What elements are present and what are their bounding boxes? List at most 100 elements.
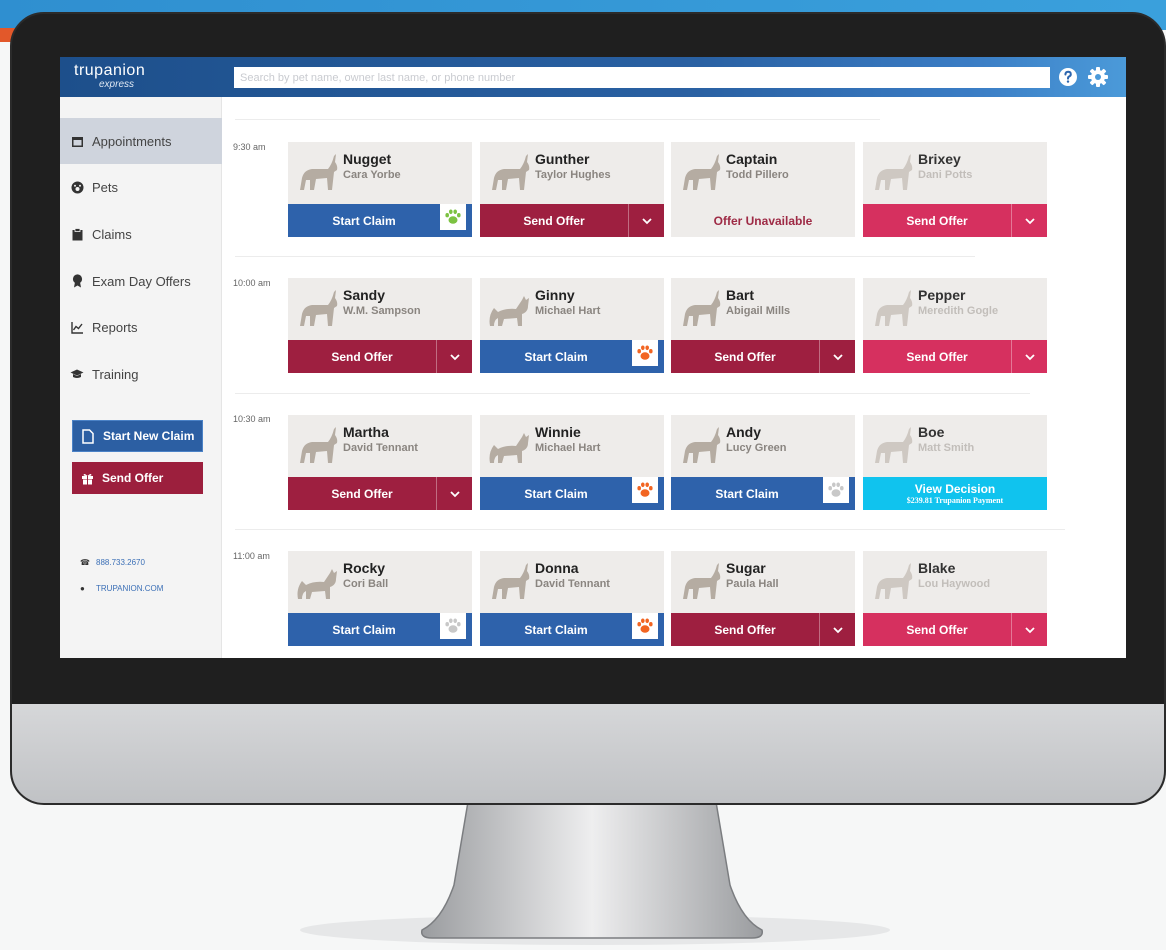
card-info[interactable]: Martha David Tennant [288, 415, 472, 477]
card-info[interactable]: Rocky Cori Ball [288, 551, 472, 613]
owner-name: Dani Potts [918, 169, 973, 181]
appointment-card[interactable]: Donna David Tennant Start Claim [480, 551, 664, 646]
offer-options-dropdown[interactable] [1011, 340, 1047, 373]
card-info[interactable]: Winnie Michael Hart [480, 415, 664, 477]
owner-name: Matt Smith [918, 442, 975, 454]
website-contact[interactable]: ● TRUPANION.COM [80, 584, 163, 593]
offer-options-dropdown[interactable] [1011, 613, 1047, 646]
owner-name: Lou Haywood [918, 578, 991, 590]
trupanion-logo[interactable]: trupanion express [74, 63, 145, 91]
appointment-card[interactable]: Boe Matt Smith View Decision $239.81 Trupan… [863, 415, 1047, 510]
calendar-icon [70, 134, 84, 148]
pet-name: Rocky [343, 560, 386, 576]
card-info[interactable]: Gunther Taylor Hughes [480, 142, 664, 204]
time-slot-label: 11:00 am [233, 551, 270, 561]
view-decision-area[interactable]: View Decision $239.81 Trupanion Payment [863, 477, 1047, 510]
card-info[interactable]: Sandy W.M. Sampson [288, 278, 472, 340]
send-offer-card-label: Send Offer [906, 213, 968, 228]
appointment-card[interactable]: Sugar Paula Hall Send Offer [671, 551, 855, 646]
sidebar-item-appointments[interactable]: Appointments [60, 118, 222, 164]
card-info[interactable]: Pepper Meredith Gogle [863, 278, 1047, 340]
offer-options-dropdown[interactable] [436, 477, 472, 510]
sidebar-item-claims[interactable]: Claims [60, 211, 222, 257]
start-claim-button[interactable]: Start Claim [671, 477, 855, 510]
offer-options-dropdown[interactable] [436, 340, 472, 373]
owner-name: David Tennant [343, 442, 418, 454]
appointment-card[interactable]: Pepper Meredith Gogle Send Offer [863, 278, 1047, 373]
start-claim-label: Start Claim [332, 622, 396, 637]
paw-status[interactable] [632, 613, 658, 639]
search-input[interactable] [234, 67, 1050, 88]
phone-contact[interactable]: ☎ 888.733.2670 [80, 558, 145, 567]
paw-status[interactable] [632, 340, 658, 366]
send-offer-card-label: Send Offer [714, 349, 776, 364]
sidebar-item-reports[interactable]: Reports [60, 304, 222, 350]
appointment-card[interactable]: Gunther Taylor Hughes Send Offer [480, 142, 664, 237]
appointment-card[interactable]: Nugget Cara Yorbe Start Claim [288, 142, 472, 237]
owner-name: Cori Ball [343, 578, 389, 590]
gear-icon[interactable] [1086, 65, 1110, 89]
start-claim-button[interactable]: Start Claim [288, 613, 472, 646]
cat-icon [489, 433, 529, 463]
card-info[interactable]: Nugget Cara Yorbe [288, 142, 472, 204]
start-claim-button[interactable]: Start Claim [288, 204, 472, 237]
appointment-card[interactable]: Rocky Cori Ball Start Claim [288, 551, 472, 646]
paw-status[interactable] [440, 204, 466, 230]
dog-icon [683, 154, 721, 190]
pet-name: Andy [726, 424, 761, 440]
paw-icon [445, 618, 461, 633]
owner-name: Michael Hart [535, 442, 601, 454]
card-info[interactable]: Boe Matt Smith [863, 415, 1047, 477]
sidebar-item-training[interactable]: Training [60, 351, 222, 397]
appointment-card[interactable]: Blake Lou Haywood Send Offer [863, 551, 1047, 646]
send-offer-card-label: Send Offer [331, 349, 393, 364]
sidebar-item-pets[interactable]: Pets [60, 164, 222, 210]
card-info[interactable]: Andy Lucy Green [671, 415, 855, 477]
appointment-card[interactable]: Ginny Michael Hart Start Claim [480, 278, 664, 373]
send-offer-card-button[interactable]: Send Offer [288, 477, 472, 510]
send-offer-card-button[interactable]: Send Offer [480, 204, 664, 237]
card-info[interactable]: Captain Todd Pillero [671, 142, 855, 204]
card-info[interactable]: Donna David Tennant [480, 551, 664, 613]
start-claim-button[interactable]: Start Claim [480, 477, 664, 510]
send-offer-card-button[interactable]: Send Offer [288, 340, 472, 373]
appointment-card[interactable]: Brixey Dani Potts Send Offer [863, 142, 1047, 237]
card-info[interactable]: Blake Lou Haywood [863, 551, 1047, 613]
appointment-card[interactable]: Andy Lucy Green Start Claim [671, 415, 855, 510]
send-offer-card-button[interactable]: Send Offer [863, 340, 1047, 373]
send-offer-card-button[interactable]: Send Offer [863, 204, 1047, 237]
start-claim-button[interactable]: Start Claim [480, 340, 664, 373]
phone-number: 888.733.2670 [96, 558, 145, 567]
paw-status[interactable] [632, 477, 658, 503]
appointment-card[interactable]: Bart Abigail Mills Send Offer [671, 278, 855, 373]
offer-options-dropdown[interactable] [628, 204, 664, 237]
send-offer-card-button[interactable]: Send Offer [671, 613, 855, 646]
paw-status[interactable] [823, 477, 849, 503]
start-new-claim-button[interactable]: Start New Claim [72, 420, 203, 452]
sidebar-item-exam-day-offers[interactable]: Exam Day Offers [60, 258, 222, 304]
offer-options-dropdown[interactable] [819, 613, 855, 646]
appointment-card[interactable]: Winnie Michael Hart Start Claim [480, 415, 664, 510]
help-icon[interactable] [1056, 65, 1080, 89]
phone-icon: ☎ [80, 558, 90, 567]
offer-options-dropdown[interactable] [819, 340, 855, 373]
paw-icon [637, 345, 653, 360]
send-offer-button[interactable]: Send Offer [72, 462, 203, 494]
card-info[interactable]: Bart Abigail Mills [671, 278, 855, 340]
card-info[interactable]: Brixey Dani Potts [863, 142, 1047, 204]
appointment-card[interactable]: Captain Todd Pillero Offer Unavailable [671, 142, 855, 237]
card-info[interactable]: Ginny Michael Hart [480, 278, 664, 340]
globe-icon: ● [80, 584, 85, 593]
start-claim-button[interactable]: Start Claim [480, 613, 664, 646]
send-offer-card-button[interactable]: Send Offer [671, 340, 855, 373]
appointment-card[interactable]: Sandy W.M. Sampson Send Offer [288, 278, 472, 373]
card-info[interactable]: Sugar Paula Hall [671, 551, 855, 613]
view-decision-label: View Decision [914, 481, 996, 496]
view-decision-button[interactable]: View Decision $239.81 Trupanion Payment [863, 477, 1047, 510]
paw-status[interactable] [440, 613, 466, 639]
paw-icon [70, 180, 84, 194]
send-offer-card-button[interactable]: Send Offer [863, 613, 1047, 646]
dog-icon [683, 427, 721, 463]
offer-options-dropdown[interactable] [1011, 204, 1047, 237]
appointment-card[interactable]: Martha David Tennant Send Offer [288, 415, 472, 510]
